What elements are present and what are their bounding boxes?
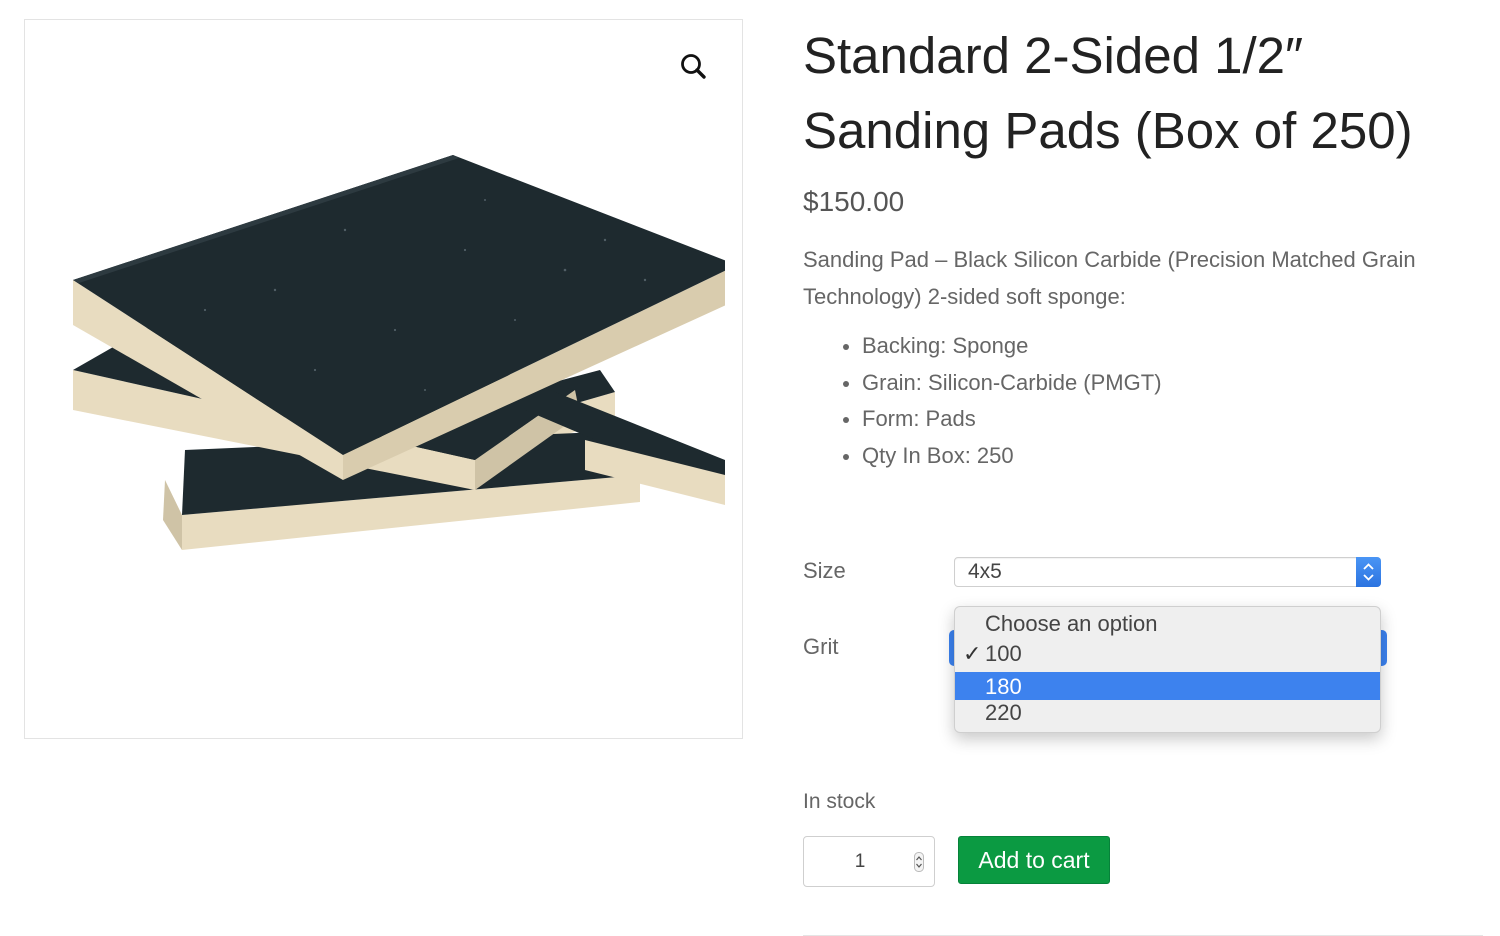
grit-dropdown-menu: Choose an option ✓ 100 180 220 [954, 606, 1381, 733]
size-select[interactable]: 4x5 [954, 557, 1381, 587]
grit-option-220[interactable]: 220 [955, 698, 1380, 726]
product-gallery [24, 19, 743, 739]
grit-label: Grit [803, 634, 839, 659]
add-to-cart-button[interactable]: Add to cart [958, 836, 1110, 884]
list-item: Form: Pads [843, 401, 1162, 438]
list-item: Qty In Box: 250 [843, 438, 1162, 475]
product-price: $150.00 [803, 186, 905, 217]
chevron-up-down-icon [1356, 557, 1381, 587]
option-label: Choose an option [985, 611, 1158, 636]
size-select-value: 4x5 [968, 560, 1002, 583]
quantity-stepper[interactable] [803, 836, 935, 887]
product-specs-list: Backing: Sponge Grain: Silicon-Carbide (… [843, 328, 1162, 474]
checkmark-icon: ✓ [963, 641, 982, 666]
magnifier-icon[interactable] [677, 50, 711, 84]
list-item: Grain: Silicon-Carbide (PMGT) [843, 365, 1162, 402]
grit-option-100[interactable]: ✓ 100 [955, 639, 1380, 667]
quantity-input[interactable] [806, 839, 914, 884]
product-title: Standard 2-Sided 1/2″ Sanding Pads (Box … [803, 27, 1413, 159]
option-label: 180 [985, 674, 1022, 699]
spinner-arrows-icon[interactable] [914, 852, 924, 872]
grit-option-180[interactable]: 180 [955, 672, 1380, 700]
product-description: Sanding Pad – Black Silicon Carbide (Pre… [803, 247, 1416, 309]
sanding-pads-product-image[interactable] [45, 130, 725, 650]
option-label: 220 [985, 700, 1022, 725]
option-label: 100 [985, 641, 1022, 666]
list-item: Backing: Sponge [843, 328, 1162, 365]
size-label: Size [803, 558, 846, 583]
stock-status: In stock [803, 790, 876, 813]
grit-option-choose[interactable]: Choose an option [955, 609, 1380, 637]
